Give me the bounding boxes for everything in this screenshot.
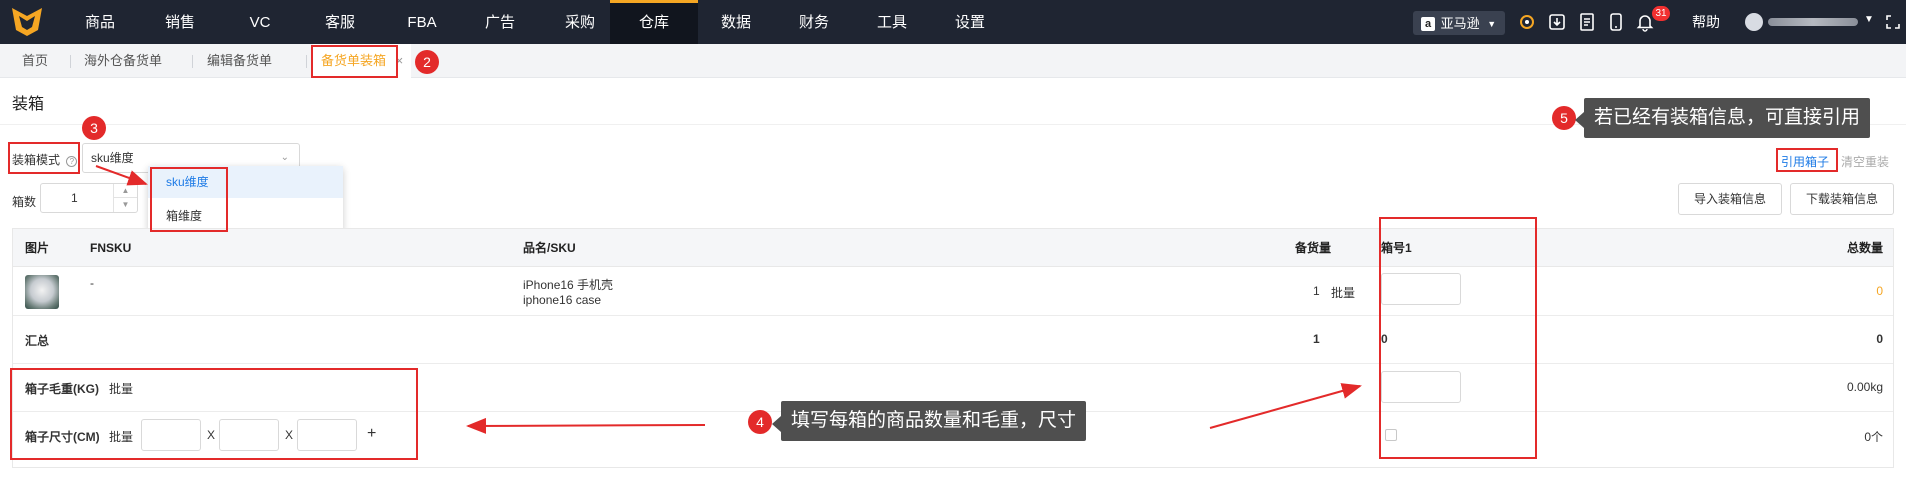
product-name: iPhone16 手机壳 [523, 278, 614, 292]
row-divider [13, 363, 1893, 364]
nav-item-service[interactable]: 客服 [306, 0, 374, 44]
notification-badge: 31 [1652, 6, 1670, 21]
packing-mode-value: sku维度 [91, 151, 134, 165]
box-count-value: 1 [71, 191, 78, 205]
tab-edit-stock-order[interactable]: 编辑备货单 [207, 44, 272, 78]
summary-total: 0 [1876, 332, 1883, 346]
stepper-controls: ▲ ▼ [113, 184, 137, 212]
header-total: 总数量 [1846, 241, 1883, 255]
document-icon[interactable] [1578, 12, 1596, 32]
help-link[interactable]: 帮助 [1692, 0, 1720, 44]
download-packing-button[interactable]: 下载装箱信息 [1790, 183, 1894, 215]
annotation-tip-fill: 填写每箱的商品数量和毛重，尺寸 [781, 401, 1087, 441]
header-image: 图片 [25, 241, 50, 255]
header-name-sku: 品名/SKU [523, 241, 576, 255]
avatar[interactable] [1745, 13, 1763, 31]
chevron-down-icon: ▼ [1487, 18, 1497, 29]
annotation-number: 4 [748, 410, 772, 434]
product-sku: iphone16 case [523, 293, 602, 307]
size-total: 0个 [1864, 430, 1883, 444]
nav-item-settings[interactable]: 设置 [936, 0, 1004, 44]
nav-item-finance[interactable]: 财务 [780, 0, 848, 44]
marketplace-select[interactable]: a 亚马逊 ▼ [1413, 11, 1505, 35]
annotation-number: 3 [82, 116, 106, 140]
import-packing-button[interactable]: 导入装箱信息 [1678, 183, 1782, 215]
nav-item-purchase[interactable]: 采购 [546, 0, 614, 44]
nav-item-tools[interactable]: 工具 [858, 0, 926, 44]
annotation-box-weight-size [10, 368, 418, 460]
annotation-box-options [150, 167, 228, 232]
row-batch-link[interactable]: 批量 [1331, 284, 1355, 301]
tab-overseas-stock-orders[interactable]: 海外仓备货单 [84, 44, 162, 78]
page-tabs: 首页 海外仓备货单 编辑备货单 备货单装箱 × [0, 44, 1906, 78]
username-blurred [1768, 18, 1858, 26]
box-count-label: 箱数 [12, 195, 37, 209]
row-total: 0 [1876, 284, 1883, 298]
chevron-up-icon[interactable]: ▲ [114, 184, 137, 198]
tab-divider [192, 55, 193, 68]
annotation-box-column [1379, 217, 1537, 459]
nav-item-vc[interactable]: VC [226, 0, 294, 44]
header-stock-qty: 备货量 [1294, 241, 1331, 255]
annotation-box-tab [311, 45, 398, 78]
chevron-down-icon[interactable]: ▼ [114, 198, 137, 211]
amazon-icon: a [1421, 16, 1435, 31]
header-fnsku: FNSKU [90, 241, 132, 255]
table-header: 图片 FNSKU 品名/SKU 备货量 箱号1 总数量 [13, 229, 1893, 267]
mobile-icon[interactable] [1607, 12, 1625, 32]
clear-packing-link[interactable]: 清空重装 [1841, 153, 1889, 170]
row-divider [13, 315, 1893, 316]
weight-total: 0.00kg [1846, 380, 1883, 394]
summary-label: 汇总 [25, 334, 50, 348]
top-navbar: 商品 销售 VC 客服 FBA 广告 采购 仓库 数据 财务 工具 设置 a 亚… [0, 0, 1906, 44]
annotation-tip-quote: 若已经有装箱信息，可直接引用 [1584, 98, 1871, 138]
tooltip-pointer [1575, 112, 1584, 128]
marketplace-label: 亚马逊 [1440, 15, 1480, 31]
tab-home[interactable]: 首页 [22, 44, 48, 78]
summary-stock-qty: 1 [1313, 332, 1320, 346]
tab-divider [306, 55, 307, 68]
headset-icon[interactable] [1518, 12, 1536, 32]
annotation-number: 5 [1552, 106, 1576, 130]
nav-item-products[interactable]: 商品 [66, 0, 134, 44]
annotation-number: 2 [415, 50, 439, 74]
page-title: 装箱 [12, 96, 45, 113]
product-thumbnail[interactable] [25, 275, 59, 309]
box-count-stepper[interactable]: 1 ▲ ▼ [40, 183, 138, 213]
tab-divider [70, 55, 71, 68]
annotation-box-mode [8, 142, 80, 174]
nav-item-ads[interactable]: 广告 [466, 0, 534, 44]
annotation-box-quote [1776, 148, 1838, 172]
nav-item-data[interactable]: 数据 [702, 0, 770, 44]
row-stock-qty: 1 [1313, 284, 1320, 298]
nav-item-sales[interactable]: 销售 [146, 0, 214, 44]
download-icon[interactable] [1548, 12, 1566, 32]
tooltip-pointer [772, 416, 781, 432]
nav-item-fba[interactable]: FBA [388, 0, 456, 44]
fnsku-value: - [90, 276, 94, 290]
nav-item-warehouse[interactable]: 仓库 [610, 0, 698, 44]
app-logo[interactable] [10, 6, 44, 38]
fullscreen-icon[interactable] [1884, 12, 1902, 32]
chevron-down-icon[interactable]: ▼ [1864, 14, 1874, 25]
